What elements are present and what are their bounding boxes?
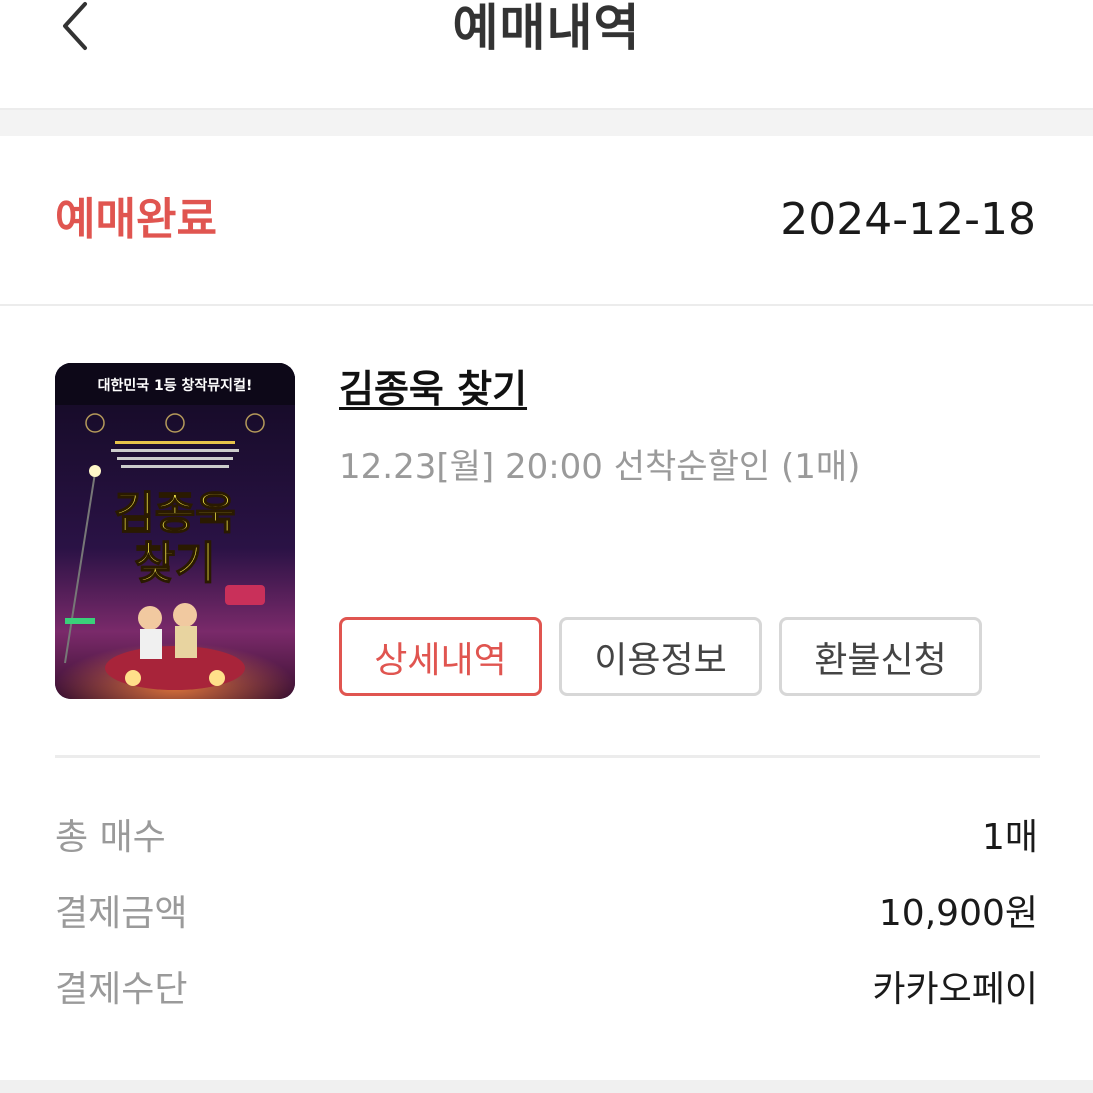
- summary-value: 카카오페이: [872, 969, 1038, 1010]
- show-title-link[interactable]: 김종욱 찾기: [339, 365, 527, 413]
- booking-history-page: 예매내역 예매완료 2024-12-18 대한민국 1등 창작뮤지컬! 김종욱 …: [0, 0, 1093, 1093]
- page-title: 예매내역: [452, 0, 641, 57]
- bottom-separator: [0, 1080, 1093, 1093]
- booking-status-row: 예매완료 2024-12-18: [0, 136, 1093, 306]
- refund-request-button[interactable]: 환불신청: [779, 617, 982, 696]
- summary-row-payment-method: 결제수단 카카오페이: [55, 962, 1038, 1022]
- app-header: 예매내역: [0, 0, 1093, 110]
- divider: [55, 755, 1040, 758]
- show-poster[interactable]: 대한민국 1등 창작뮤지컬! 김종욱 찾기: [55, 363, 295, 699]
- poster-title-line1: 김종욱: [114, 488, 235, 539]
- summary-label: 결제금액: [55, 893, 188, 934]
- summary-value: 10,900원: [878, 893, 1038, 934]
- usage-info-button[interactable]: 이용정보: [559, 617, 762, 696]
- booking-status: 예매완료: [55, 194, 217, 245]
- summary-label: 총 매수: [55, 817, 166, 858]
- booking-date: 2024-12-18: [780, 194, 1036, 245]
- poster-image: 대한민국 1등 창작뮤지컬! 김종욱 찾기: [55, 363, 295, 699]
- section-separator: [0, 110, 1093, 136]
- show-schedule: 12.23[월] 20:00 선착순할인 (1매): [339, 447, 861, 487]
- summary-label: 결제수단: [55, 969, 188, 1010]
- summary-row-total-tickets: 총 매수 1매: [55, 810, 1038, 870]
- details-button[interactable]: 상세내역: [339, 617, 542, 696]
- poster-banner-text: 대한민국 1등 창작뮤지컬!: [98, 377, 253, 394]
- poster-title-line2: 찾기: [135, 538, 216, 589]
- summary-value: 1매: [981, 817, 1038, 858]
- summary-row-payment-amount: 결제금액 10,900원: [55, 886, 1038, 946]
